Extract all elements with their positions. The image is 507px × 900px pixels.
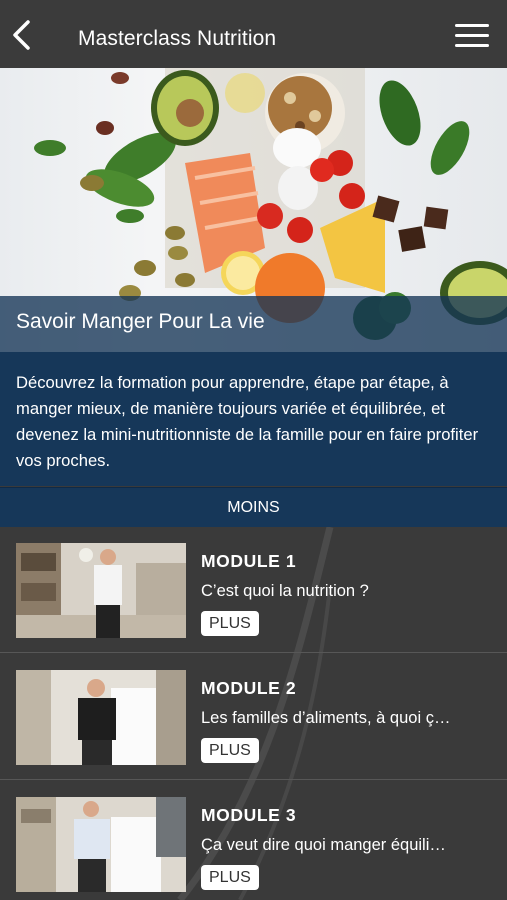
hamburger-menu-icon [455,24,489,27]
list-item-module-3: MODULE 3 Ça veut dire quoi manger équili… [0,781,507,900]
module-3-thumbnail[interactable] [16,797,186,892]
course-description: Découvrez la formation pour apprendre, é… [0,352,507,486]
module-1-subtitle: C’est quoi la nutrition ? [201,582,369,600]
module-2-subtitle: Les familles d’aliments, à quoi ç… [201,709,451,727]
list-item-module-2: MODULE 2 Les familles d’aliments, à quoi… [0,654,507,780]
hero-caption: Savoir Manger Pour La vie [0,296,507,352]
less-toggle-button[interactable]: MOINS [0,487,507,527]
module-3-more-button[interactable]: PLUS [201,865,259,890]
video-thumbnail-image [16,797,186,892]
module-3-subtitle: Ça veut dire quoi manger équili… [201,836,446,854]
module-3-title: MODULE 3 [201,805,297,825]
list-item-module-1: MODULE 1 C’est quoi la nutrition ? PLUS [0,527,507,653]
menu-button[interactable] [455,24,489,50]
module-2-more-button[interactable]: PLUS [201,738,259,763]
chevron-left-icon [13,20,30,50]
module-1-title: MODULE 1 [201,551,297,571]
module-2-thumbnail[interactable] [16,670,186,765]
module-list: MODULE 1 C’est quoi la nutrition ? PLUS … [0,527,507,900]
course-title: Savoir Manger Pour La vie [16,310,265,333]
hero-banner: Savoir Manger Pour La vie [0,68,507,352]
video-thumbnail-image [16,670,186,765]
description-text: Découvrez la formation pour apprendre, é… [16,373,479,470]
module-1-thumbnail[interactable] [16,543,186,638]
back-button[interactable] [8,18,38,52]
page-title: Masterclass Nutrition [78,27,277,50]
module-1-more-button[interactable]: PLUS [201,611,259,636]
video-thumbnail-image [16,543,186,638]
module-2-title: MODULE 2 [201,678,297,698]
top-bar: Masterclass Nutrition [0,0,507,68]
